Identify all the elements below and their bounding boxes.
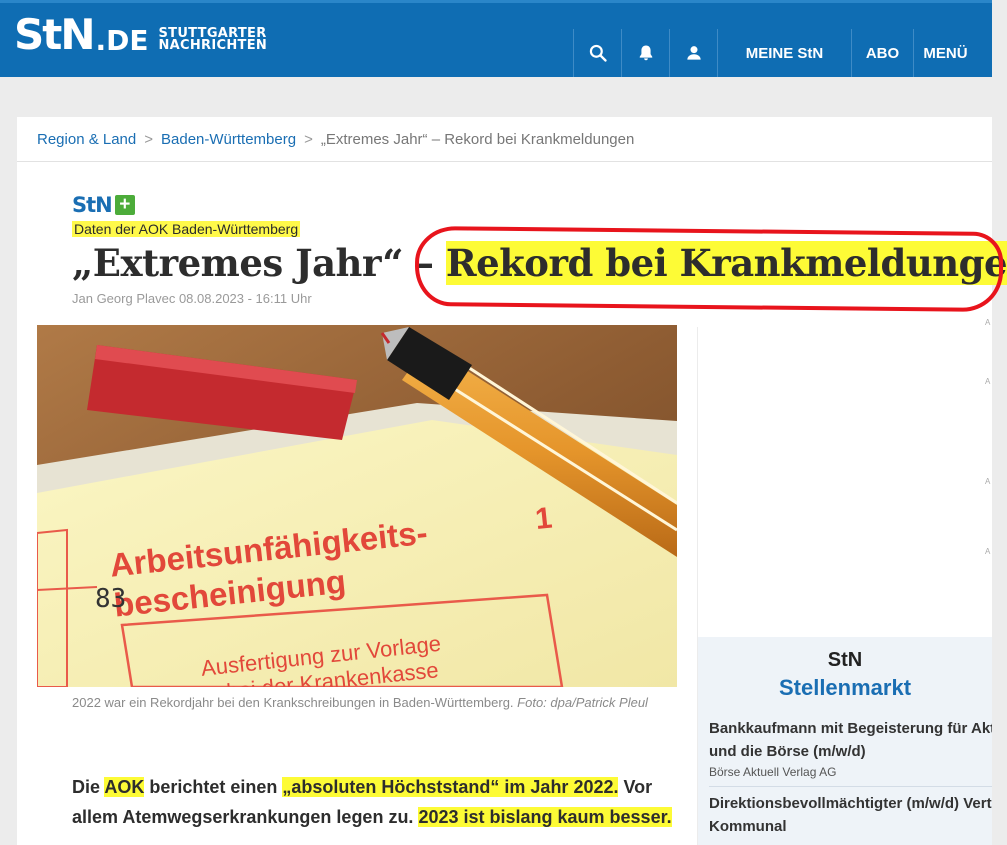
search-button[interactable]	[573, 29, 621, 77]
caption-credit: Foto: dpa/Patrick Pleul	[517, 695, 648, 710]
bell-icon	[639, 45, 652, 61]
stellenmarkt-widget: StN Stellenmarkt Bankkaufmann mit Begeis…	[698, 637, 992, 845]
stellenmarkt-brand: StN	[827, 649, 863, 671]
site-logo[interactable]: StN .DE STUTTGARTER NACHRICHTEN	[14, 14, 267, 56]
article-byline: Jan Georg Plavec 08.08.2023 - 16:11 Uhr	[72, 291, 312, 306]
breadcrumb-separator: >	[144, 131, 154, 148]
job-title-line1: Direktionsbevollmächtigter (m/w/d) Vertr…	[709, 795, 992, 812]
lead-part1: Die	[72, 777, 105, 797]
job-title-line2: Kommunal	[709, 818, 787, 835]
job-title-line1: Bankkaufmann mit Begeisterung für Aktien	[709, 720, 992, 737]
breadcrumb-bw[interactable]: Baden-Württemberg	[161, 131, 296, 148]
user-icon	[686, 46, 701, 60]
breadcrumb-divider	[17, 161, 992, 162]
article-image[interactable]: Arbeitsunfähigkeits- 1 bescheinigung Aus…	[37, 325, 677, 687]
image-caption: 2022 war ein Rekordjahr bei den Kranksch…	[72, 695, 648, 710]
logo-city-line2: NACHRICHTEN	[158, 38, 268, 53]
meine-stn-button[interactable]: MEINE StN	[717, 29, 851, 77]
site-header: StN .DE STUTTGARTER NACHRICHTEN MEINE St…	[0, 0, 992, 77]
breadcrumb: Region & Land > Baden-Württemberg > „Ext…	[37, 131, 634, 148]
lead-highlight-aok: AOK	[104, 777, 145, 797]
breadcrumb-current: „Extremes Jahr“ – Rekord bei Krankmeldun…	[320, 131, 635, 148]
caption-text: 2022 war ein Rekordjahr bei den Kranksch…	[72, 695, 514, 710]
notifications-button[interactable]	[621, 29, 669, 77]
lead-part3: berichtet einen	[144, 777, 283, 797]
ad-marker: A	[985, 377, 991, 386]
plus-icon: +	[114, 195, 135, 215]
menu-button[interactable]: MENÜ	[913, 29, 977, 77]
logo-city: STUTTGARTER NACHRICHTEN	[158, 27, 268, 53]
stellenmarkt-title[interactable]: Stellenmarkt	[698, 675, 992, 701]
image-handwritten-number: 83	[95, 584, 126, 614]
header-stripe	[0, 0, 992, 3]
header-nav: MEINE StN ABO MENÜ	[573, 29, 977, 77]
abo-button[interactable]: ABO	[851, 29, 913, 77]
job-listing[interactable]: Direktionsbevollmächtigter (m/w/d) Vertr…	[709, 792, 992, 838]
ad-marker: A	[985, 477, 991, 486]
stn-plus-logo: StN +	[72, 193, 135, 217]
lead-highlight-hoechststand: „absoluten Höchststand“ im Jahr 2022.	[282, 777, 619, 797]
ad-marker: A	[985, 318, 991, 327]
article-lead: Die AOK berichtet einen „absoluten Höchs…	[72, 772, 672, 832]
image-form-number: 1	[534, 501, 554, 536]
search-icon	[589, 44, 607, 62]
account-button[interactable]	[669, 29, 717, 77]
job-divider	[709, 786, 992, 787]
headline-part1: „Extremes Jahr“ –	[72, 241, 446, 285]
article-card: Region & Land > Baden-Württemberg > „Ext…	[17, 117, 1007, 845]
lead-highlight-2023: 2023 ist bislang kaum besser.	[418, 807, 672, 827]
article-kicker: Daten der AOK Baden-Württemberg	[72, 221, 301, 237]
job-listing[interactable]: Bankkaufmann mit Begeisterung für Aktien…	[709, 717, 992, 781]
red-annotation-circle	[414, 225, 1004, 313]
sick-note-photo: Arbeitsunfähigkeits- 1 bescheinigung Aus…	[37, 325, 677, 687]
job-company: Börse Aktuell Verlag AG	[709, 765, 837, 779]
logo-domain: .DE	[95, 24, 149, 57]
job-title-line2: und die Börse (m/w/d)	[709, 743, 866, 760]
logo-stn: StN	[14, 10, 95, 59]
ad-marker: A	[985, 547, 991, 556]
plus-logo-text: StN	[72, 193, 113, 217]
breadcrumb-separator: >	[304, 131, 313, 148]
breadcrumb-region[interactable]: Region & Land	[37, 131, 136, 148]
